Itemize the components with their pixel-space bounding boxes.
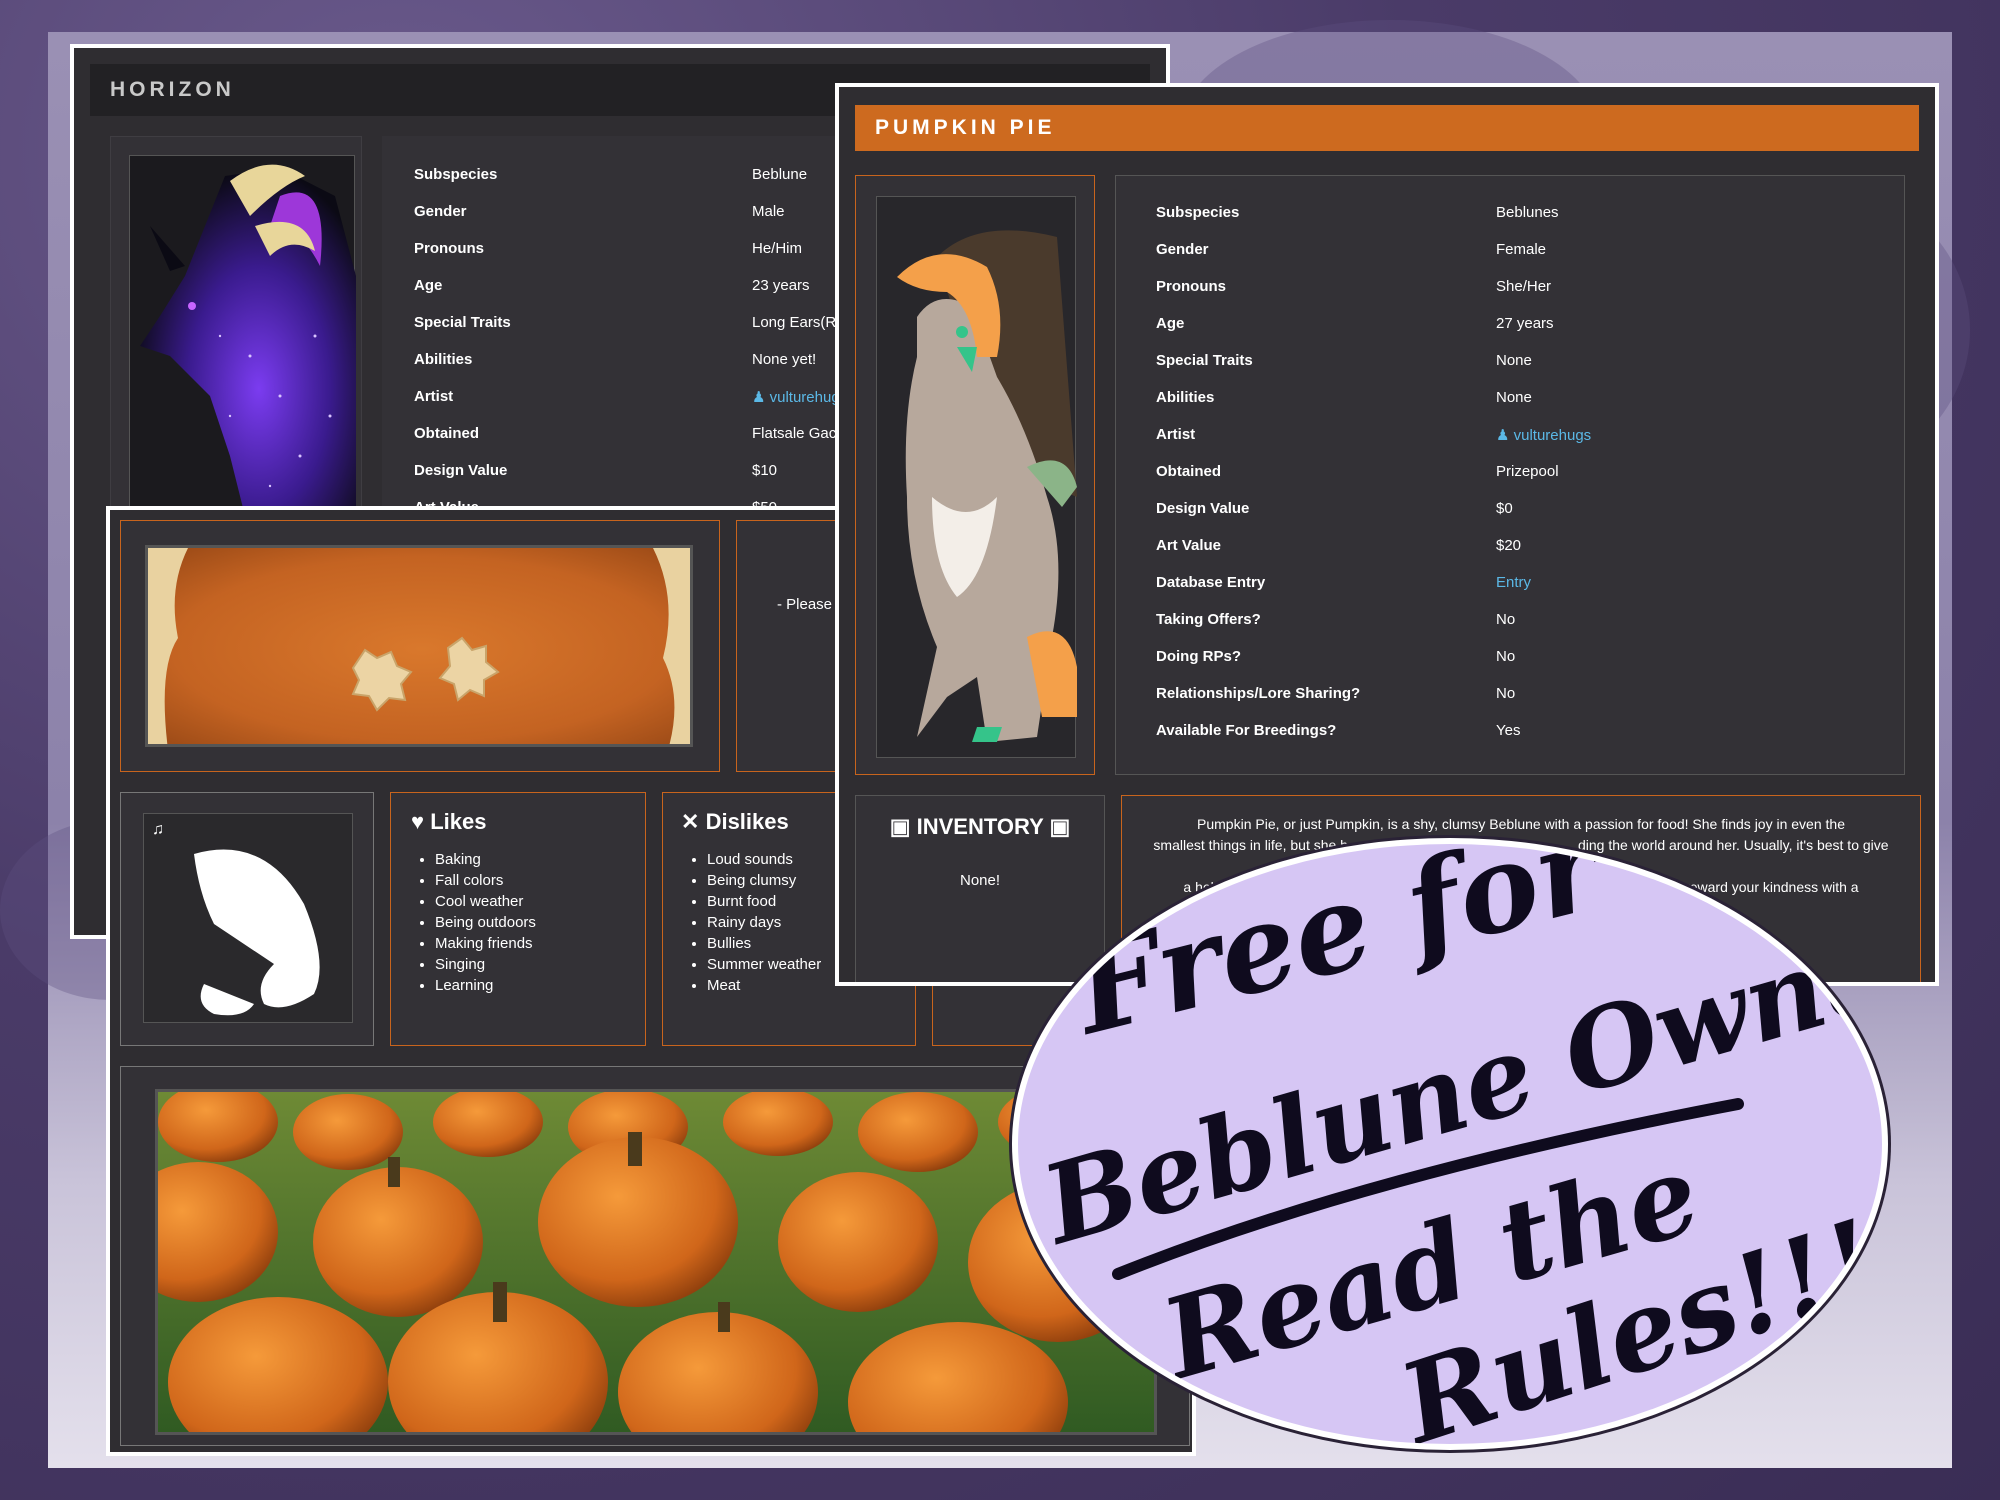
field-value-design-value: $10 [752, 462, 778, 479]
field-label-age: Age [1156, 315, 1185, 332]
field-value-taking-offers: No [1496, 611, 1516, 628]
field-value-obtained: Prizepool [1496, 463, 1559, 480]
list-item: Burnt food [707, 891, 821, 912]
list-item: Rainy days [707, 912, 821, 933]
field-label-special-traits: Special Traits [1156, 352, 1253, 369]
horizon-character-art[interactable] [129, 155, 356, 536]
field-label-gender: Gender [414, 203, 467, 220]
field-label-taking-offers: Taking Offers? [1156, 611, 1261, 628]
artist-link[interactable]: ♟ vulturehugs [1496, 426, 1591, 445]
field-label-abilities: Abilities [414, 351, 473, 368]
list-item: Meat [707, 975, 821, 996]
field-label-lore-sharing: Relationships/Lore Sharing? [1156, 685, 1361, 702]
list-item: Cool weather [435, 891, 536, 912]
list-item: Making friends [435, 933, 536, 954]
chest-icon: ▣ [889, 814, 911, 839]
field-label-subspecies: Subspecies [414, 166, 498, 183]
inventory-value: None! [959, 872, 1001, 889]
field-label-artist: Artist [1156, 426, 1196, 443]
list-item: Fall colors [435, 870, 536, 891]
field-value-age: 23 years [752, 277, 810, 294]
field-value-subspecies: Beblune [752, 166, 808, 183]
pumpkin-patch-image[interactable] [155, 1089, 1157, 1435]
list-item: Summer weather [707, 954, 821, 975]
field-label-obtained: Obtained [414, 425, 480, 442]
field-label-artist: Artist [414, 388, 454, 405]
field-label-pronouns: Pronouns [414, 240, 484, 257]
field-label-design-value: Design Value [414, 462, 508, 479]
field-label-design-value: Design Value [1156, 500, 1250, 517]
x-icon: ✕ [681, 809, 700, 834]
field-value-subspecies: Beblunes [1496, 204, 1559, 221]
user-icon: ♟ [752, 389, 770, 406]
free-for-owners-sticker: Free for Beblune Owners Read the Rules!!… [1012, 838, 1888, 1450]
music-note-icon: ♫ [152, 821, 164, 838]
note-text: - Please c [777, 596, 844, 613]
field-value-design-value: $0 [1496, 500, 1513, 517]
field-label-obtained: Obtained [1156, 463, 1222, 480]
field-label-database-entry: Database Entry [1156, 574, 1266, 591]
field-value-breedings: Yes [1496, 722, 1521, 739]
field-value-doing-rps: No [1496, 648, 1516, 665]
field-label-abilities: Abilities [1156, 389, 1215, 406]
pumpkin-pie-character-art[interactable] [876, 196, 1077, 758]
list-item: Bullies [707, 933, 821, 954]
likes-box: ♥ Likes Baking Fall colors Cool weather … [390, 792, 646, 1046]
field-value-abilities: None [1496, 389, 1532, 406]
list-item: Loud sounds [707, 849, 821, 870]
field-value-gender: Female [1496, 241, 1547, 258]
field-value-special-traits: None [1496, 352, 1532, 369]
database-entry-link[interactable]: Entry [1496, 574, 1531, 591]
pie-banner-box [120, 520, 720, 772]
pumpkin-pie-image-box [855, 175, 1095, 775]
pie-banner-image[interactable] [145, 545, 693, 747]
field-value-pronouns: He/Him [752, 240, 803, 257]
field-label-special-traits: Special Traits [414, 314, 511, 331]
bio-line: Pumpkin Pie, or just Pumpkin, is a shy, … [1197, 816, 1845, 832]
list-item: Singing [435, 954, 536, 975]
inventory-title: INVENTORY [916, 814, 1044, 839]
field-value-lore-sharing: No [1496, 685, 1516, 702]
field-label-breedings: Available For Breedings? [1156, 722, 1337, 739]
list-item: Learning [435, 975, 536, 996]
field-label-art-value: Art Value [1156, 537, 1222, 554]
list-item: Being clumsy [707, 870, 821, 891]
list-item: Being outdoors [435, 912, 536, 933]
heart-icon: ♥ [411, 809, 425, 834]
field-value-gender: Male [752, 203, 785, 220]
field-label-age: Age [414, 277, 443, 294]
pumpkin-pie-title: PUMPKIN PIE [875, 116, 1056, 139]
music-image-box: ♫ [120, 792, 374, 1046]
field-value-age: 27 years [1496, 315, 1554, 332]
user-icon: ♟ [1496, 427, 1514, 444]
horizon-image-box [110, 136, 362, 556]
pumpkin-pie-info-box: Subspecies Beblunes Gender Female Pronou… [1115, 175, 1905, 775]
field-value-art-value: $20 [1496, 537, 1522, 554]
field-value-abilities: None yet! [752, 351, 817, 368]
dislikes-title: Dislikes [705, 809, 789, 834]
beblune-silhouette-image[interactable]: ♫ [143, 813, 353, 1023]
likes-title: Likes [430, 809, 487, 834]
field-value-obtained: Flatsale Gac [752, 425, 837, 442]
field-label-pronouns: Pronouns [1156, 278, 1226, 295]
dislikes-list: Loud sounds Being clumsy Burnt food Rain… [707, 849, 821, 996]
field-value-special-traits: Long Ears(R [752, 314, 837, 331]
field-value-pronouns: She/Her [1496, 278, 1552, 295]
field-label-subspecies: Subspecies [1156, 204, 1240, 221]
pumpkin-pie-title-bar: PUMPKIN PIE [855, 105, 1919, 151]
inventory-box: ▣ INVENTORY ▣ None! [855, 795, 1105, 982]
likes-list: Baking Fall colors Cool weather Being ou… [435, 849, 536, 996]
list-item: Baking [435, 849, 536, 870]
chest-icon: ▣ [1049, 814, 1071, 839]
field-label-gender: Gender [1156, 241, 1209, 258]
field-label-doing-rps: Doing RPs? [1156, 648, 1241, 665]
artist-link[interactable]: ♟ vulturehug [752, 388, 840, 407]
horizon-title: HORIZON [110, 78, 235, 101]
